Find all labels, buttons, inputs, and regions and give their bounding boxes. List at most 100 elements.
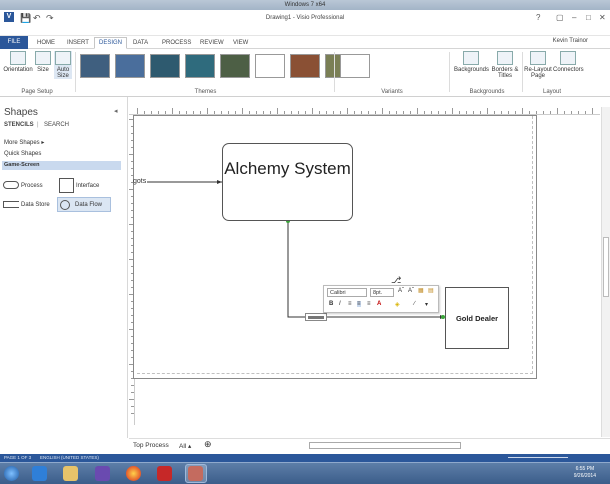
font-name-box[interactable]: Calibri [327, 288, 367, 297]
theme-thumbnail[interactable] [80, 54, 110, 78]
close-icon[interactable]: ✕ [599, 13, 606, 22]
fill-color-icon[interactable]: ◈ [395, 301, 400, 308]
format-painter-icon[interactable]: ▦ [418, 287, 424, 294]
vertical-scrollbar[interactable] [601, 107, 610, 437]
auto-size-label: Auto Size [56, 67, 70, 79]
more-shapes-link[interactable]: More Shapes ▸ [4, 139, 44, 146]
styles-icon[interactable]: ▤ [428, 287, 434, 294]
pdf-reader-icon[interactable] [157, 466, 172, 481]
align-center-icon[interactable]: ≡ [357, 301, 361, 307]
data-flow-shape-item[interactable]: Data Flow [57, 197, 111, 212]
interface-shape-icon[interactable] [59, 178, 74, 193]
interface-shape-label[interactable]: Interface [76, 183, 99, 189]
dropdown-icon[interactable]: ▾ [425, 301, 428, 308]
theme-thumbnail[interactable] [290, 54, 320, 78]
auto-size-button[interactable]: Auto Size [54, 51, 72, 79]
mouse-cursor-icon: ⎇ [391, 275, 402, 285]
line-icon[interactable]: ∕ [414, 301, 415, 307]
tab-file[interactable]: FILE [0, 36, 28, 49]
tab-process[interactable]: PROCESS [158, 38, 195, 49]
gold-dealer-interface[interactable]: Gold Dealer [445, 287, 509, 349]
file-explorer-icon[interactable] [63, 466, 78, 481]
theme-thumbnail[interactable] [150, 54, 180, 78]
drawing-canvas[interactable]: gots Alchemy System Gold Dealer Calibri … [129, 97, 610, 438]
tab-view[interactable]: VIEW [229, 38, 252, 49]
borders-titles-button[interactable]: Borders & Titles [490, 51, 520, 79]
visio-taskbar-button[interactable] [185, 464, 207, 483]
variant-1[interactable] [340, 54, 370, 78]
media-player-icon[interactable] [95, 466, 110, 481]
backgrounds-button[interactable]: Backgrounds [454, 51, 490, 73]
group-separator [75, 52, 76, 92]
language-status[interactable]: ENGLISH (UNITED STATES) [40, 454, 99, 462]
add-page-icon[interactable]: ⊕ [204, 439, 212, 450]
shrink-font-icon[interactable]: Aˇ [408, 288, 414, 294]
data-flow-shape-icon [60, 200, 70, 210]
system-clock[interactable]: 6:55 PM 9/26/2014 [574, 466, 596, 480]
alchemy-system-process[interactable]: Alchemy System [222, 143, 353, 221]
page-setup-group-label: Page Setup [21, 89, 53, 95]
internet-explorer-icon[interactable] [32, 466, 47, 481]
maximize-icon[interactable]: □ [586, 13, 591, 22]
orientation-button[interactable]: Orientation [3, 51, 33, 73]
tab-search[interactable]: SEARCH [44, 122, 69, 128]
bold-button[interactable]: B [329, 301, 333, 307]
tab-home[interactable]: HOME [33, 38, 59, 49]
os-window-title: Windows 7 x64 [0, 0, 610, 10]
connectors-label: Connectors [553, 67, 584, 73]
borders-titles-label: Borders & Titles [491, 67, 519, 79]
size-button[interactable]: Size [35, 51, 51, 73]
all-pages-button[interactable]: All ▴ [179, 442, 191, 450]
minimize-icon[interactable]: – [572, 13, 576, 22]
align-right-icon[interactable]: ≡ [367, 301, 371, 307]
process-shape-label[interactable]: Process [21, 183, 43, 189]
quick-shapes-link[interactable]: Quick Shapes [4, 151, 41, 157]
vertical-scroll-thumb[interactable] [603, 237, 609, 297]
connectors-button[interactable]: Connectors [553, 51, 584, 73]
theme-thumbnail[interactable] [115, 54, 145, 78]
chevron-right-icon: ▸ [41, 140, 45, 146]
connector-text-box[interactable] [305, 313, 327, 321]
start-button-icon[interactable] [4, 466, 19, 481]
italic-button[interactable]: I [339, 301, 341, 307]
tab-review[interactable]: REVIEW [196, 38, 228, 49]
tab-insert[interactable]: INSERT [63, 38, 93, 49]
themes-group-label: Themes [194, 89, 217, 95]
page-number-status[interactable]: PAGE 1 OF 3 [4, 454, 31, 462]
backgrounds-label: Backgrounds [454, 67, 490, 73]
size-icon [35, 51, 51, 65]
chrome-icon[interactable] [126, 466, 141, 481]
grow-font-icon[interactable]: Aˆ [398, 288, 404, 294]
tab-design[interactable]: DESIGN [94, 37, 128, 49]
data-store-shape-icon[interactable] [3, 201, 19, 208]
stencil-game-screen[interactable]: Game-Screen [2, 161, 121, 170]
data-store-shape-label[interactable]: Data Store [21, 202, 50, 208]
status-bar: PAGE 1 OF 3 ENGLISH (UNITED STATES) [0, 454, 610, 462]
align-left-icon[interactable]: ≡ [348, 301, 352, 307]
zoom-slider[interactable] [508, 457, 568, 458]
font-size-box[interactable]: 8pt. [370, 288, 394, 297]
more-shapes-label: More Shapes [4, 140, 40, 146]
page-tab-top-process[interactable]: Top Process [133, 442, 169, 449]
group-separator [449, 52, 450, 92]
page-tabs-bar: Top Process All ▴ ⊕ [129, 438, 610, 454]
relayout-button[interactable]: Re-Layout Page [524, 51, 552, 79]
group-separator [334, 52, 335, 92]
theme-thumbnail[interactable] [255, 54, 285, 78]
ribbon-display-icon[interactable]: ▢ [556, 13, 564, 22]
theme-thumbnail[interactable] [220, 54, 250, 78]
windows-taskbar: 6:55 PM 9/26/2014 [0, 462, 610, 484]
theme-thumbnail[interactable] [185, 54, 215, 78]
horizontal-scrollbar[interactable] [309, 442, 461, 449]
mini-formatting-toolbar: Calibri 8pt. Aˆ Aˇ ▦ ▤ B I ≡ ≡ ≡ A ◈ ∕ ▾ [323, 285, 439, 313]
collapse-panel-icon[interactable]: ◂ [114, 107, 118, 115]
tab-stencils[interactable]: STENCILS [4, 122, 34, 128]
backgrounds-group-label: Backgrounds [469, 89, 505, 95]
clock-date: 9/26/2014 [573, 473, 596, 479]
tab-data[interactable]: DATA [129, 38, 152, 49]
help-icon[interactable]: ? [536, 13, 540, 22]
process-shape-icon[interactable] [3, 181, 19, 189]
user-account[interactable]: Kevin Trainor [553, 38, 588, 44]
ribbon: Orientation Size Auto Size Page Setup Th… [0, 49, 610, 97]
font-color-icon[interactable]: A [377, 301, 381, 307]
